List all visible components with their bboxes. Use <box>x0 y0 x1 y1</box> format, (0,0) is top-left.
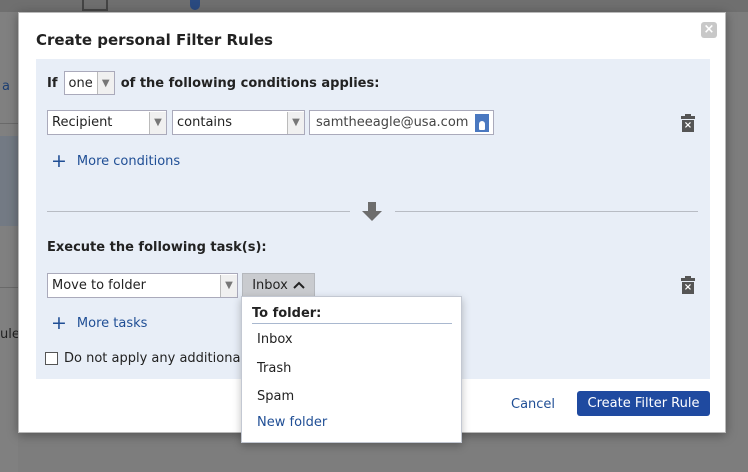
cancel-button[interactable]: Cancel <box>511 397 555 412</box>
folder-option-trash[interactable]: Trash <box>257 361 291 376</box>
background-selection <box>0 136 18 226</box>
chevron-down-icon: ▼ <box>96 72 114 94</box>
folder-value: Inbox <box>252 277 288 293</box>
divider <box>47 211 350 212</box>
dialog-title: Create personal Filter Rules <box>36 31 273 49</box>
chevron-up-icon <box>293 281 305 289</box>
folder-dropdown-button[interactable]: Inbox <box>242 273 315 297</box>
task-action-select[interactable]: Move to folder ▼ <box>47 273 238 298</box>
chevron-down-icon: ▼ <box>287 111 304 134</box>
conditions-prefix: If <box>47 75 58 91</box>
chevron-down-icon: ▼ <box>149 111 166 134</box>
folder-option-spam[interactable]: Spam <box>257 389 294 404</box>
mail-icon <box>82 0 108 11</box>
plus-icon: + <box>51 150 67 172</box>
divider <box>395 211 698 212</box>
chevron-down-icon: ▼ <box>220 274 237 297</box>
folder-menu-header: To folder: <box>252 306 322 321</box>
more-conditions-label: More conditions <box>76 154 181 169</box>
no-additional-rules-label: Do not apply any additional <box>64 351 245 366</box>
conditions-header: If one ▼ of the following conditions app… <box>47 71 379 95</box>
condition-value-text: samtheeagle@usa.com <box>316 115 469 130</box>
no-additional-rules-checkbox[interactable] <box>45 352 58 365</box>
more-conditions-link[interactable]: + More conditions <box>51 150 181 172</box>
plus-icon: + <box>51 312 67 334</box>
new-folder-link[interactable]: New folder <box>257 415 327 430</box>
match-mode-select[interactable]: one ▼ <box>63 71 115 95</box>
more-tasks-label: More tasks <box>76 316 148 331</box>
no-additional-rules-option[interactable]: Do not apply any additional <box>45 351 244 366</box>
folder-dropdown-menu: To folder: Inbox Trash Spam New folder <box>241 296 462 443</box>
trash-icon[interactable]: × <box>681 276 695 294</box>
match-mode-value: one <box>68 75 93 91</box>
trash-icon[interactable]: × <box>681 114 695 132</box>
background-divider <box>0 287 18 288</box>
close-icon[interactable]: × <box>701 22 717 38</box>
condition-field-select[interactable]: Recipient ▼ <box>47 110 167 135</box>
tasks-title: Execute the following task(s): <box>47 240 267 255</box>
conditions-suffix: of the following conditions applies: <box>120 75 380 91</box>
folder-option-inbox[interactable]: Inbox <box>257 332 293 347</box>
more-tasks-link[interactable]: + More tasks <box>51 312 148 334</box>
condition-operator-select[interactable]: contains ▼ <box>172 110 305 135</box>
condition-operator-value: contains <box>177 115 233 130</box>
condition-field-value: Recipient <box>52 115 113 130</box>
background-text: ule <box>0 327 20 342</box>
folder-menu-divider <box>252 323 452 324</box>
task-action-value: Move to folder <box>52 278 146 293</box>
condition-value-input[interactable]: samtheeagle@usa.com <box>309 110 494 135</box>
background-toolbar <box>0 0 748 12</box>
background-icon <box>190 0 200 10</box>
arrow-down-icon <box>362 202 382 221</box>
background-link: a <box>2 79 10 94</box>
contact-card-icon[interactable] <box>475 113 489 132</box>
create-filter-rule-button[interactable]: Create Filter Rule <box>577 391 710 416</box>
background-divider <box>0 123 18 124</box>
